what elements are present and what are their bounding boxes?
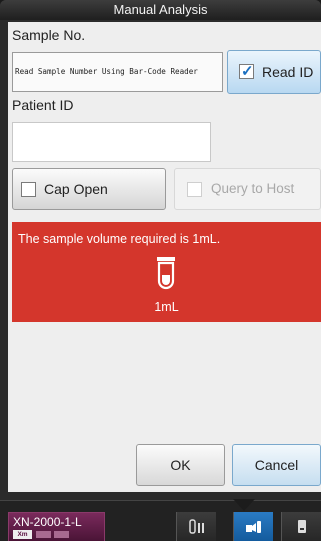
manual-analysis-dialog: Manual Analysis Sample No. Read Sample N…: [0, 0, 321, 500]
status-indicator: [54, 531, 69, 538]
tubes-icon: [189, 519, 204, 534]
dialog-panel: Sample No. Read Sample Number Using Bar-…: [8, 22, 321, 492]
patient-id-label: Patient ID: [12, 97, 74, 113]
active-indicator: [233, 499, 255, 511]
alert-volume: 1mL: [154, 300, 179, 314]
cap-open-checkbox[interactable]: [21, 182, 36, 197]
sample-no-label: Sample No.: [12, 27, 86, 43]
sampler-button[interactable]: [233, 512, 273, 541]
storage-icon: [298, 520, 306, 533]
sample-volume-alert: The sample volume required is 1mL. 1mL: [12, 222, 321, 322]
device-tile[interactable]: XN-2000-1-L Xm: [8, 512, 105, 541]
patient-id-field[interactable]: [12, 122, 211, 162]
dialog-title: Manual Analysis: [0, 0, 321, 20]
query-to-host-checkbox[interactable]: [187, 182, 202, 197]
status-indicator: [36, 531, 51, 538]
cap-open-label: Cap Open: [44, 181, 108, 197]
alert-message: The sample volume required is 1mL.: [18, 232, 221, 246]
storage-button[interactable]: [281, 512, 321, 541]
sample-tube-icon: [157, 257, 175, 290]
device-name: XN-2000-1-L: [13, 515, 82, 529]
ok-button[interactable]: OK: [136, 444, 225, 486]
read-id-checkbox[interactable]: [239, 62, 254, 80]
taskbar: XN-2000-1-L Xm: [0, 499, 321, 541]
query-to-host-label: Query to Host: [211, 181, 295, 196]
cancel-button[interactable]: Cancel: [232, 444, 321, 486]
read-id-button[interactable]: Read ID: [227, 50, 321, 94]
read-id-label: Read ID: [262, 64, 314, 80]
sample-number-field[interactable]: Read Sample Number Using Bar-Code Reader: [12, 52, 223, 92]
tubes-button[interactable]: [176, 512, 216, 541]
device-badge: Xm: [13, 530, 32, 539]
sampler-icon: [246, 521, 261, 533]
cap-open-button[interactable]: Cap Open: [12, 168, 166, 210]
query-to-host-button[interactable]: Query to Host: [174, 168, 321, 210]
